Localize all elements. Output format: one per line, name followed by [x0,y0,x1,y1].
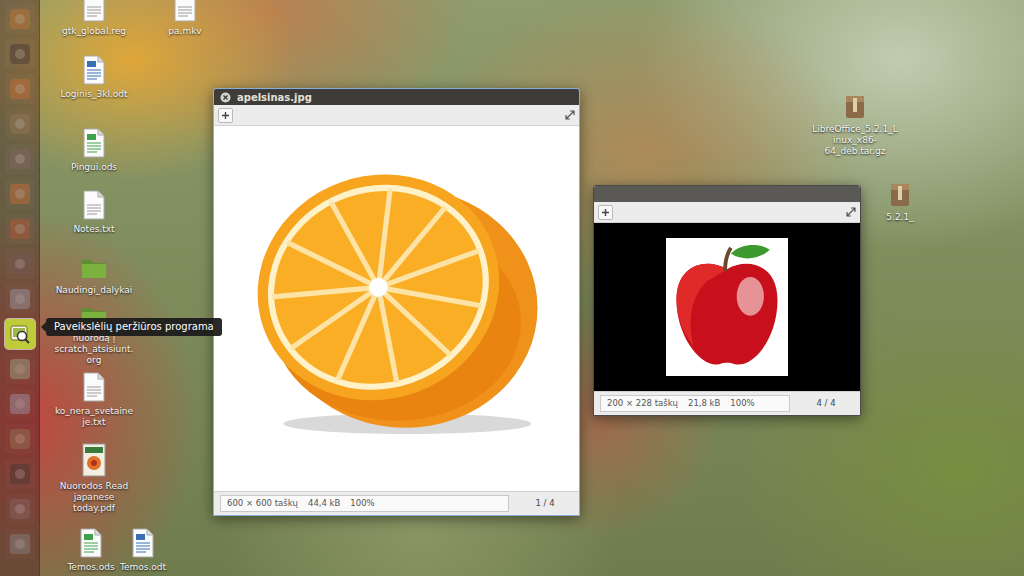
browser-icon [8,77,32,101]
launcher-item[interactable] [5,354,35,384]
launcher-item[interactable] [5,459,35,489]
desktop-icon-label: Naudingi_dalykai [56,285,133,296]
desktop-icon-label: ko_nera_svetaineje.txt [54,406,134,428]
desktop-icon-label: Temos.odt [120,562,166,573]
desktop-icon[interactable]: Notes.txt [54,190,134,235]
toolbar [214,105,579,126]
status-bar: 600 × 600 taškų44,4 kB100% 1 / 4 [214,491,579,515]
archive-icon [888,180,912,208]
desktop-icon-label: Pingui.ods [71,162,117,173]
desktop-icon-label: Nuorodos Read japanese today.pdf [54,481,134,513]
desktop-icon[interactable]: gtk_global.reg [54,0,134,37]
add-button[interactable] [218,108,233,123]
close-icon[interactable] [220,92,231,103]
desktop-icon[interactable]: pa.mkv [145,0,225,37]
folder-icon [80,255,108,281]
desktop-icon-label: Notes.txt [73,224,114,235]
launcher-item[interactable] [5,39,35,69]
image-viewer-window[interactable]: apelsinas.jpg 600 × 600 taškų44,4 kB100% 1… [213,88,580,516]
desktop: gtk_global.reg pa.mkv Loginis_3kl.odt Pingu… [40,0,1024,576]
calc-icon [8,357,32,381]
writer-icon [8,287,32,311]
launcher-item[interactable] [5,179,35,209]
desktop-icon[interactable]: Naudingi_dalykai [54,255,134,296]
orange-picture-icon [242,153,552,463]
monitor-icon [8,252,32,276]
add-button[interactable] [598,205,613,220]
desktop-icon-label: LibreOffice_5.2.1_Linux_x86-64_deb.tar.g… [812,124,898,156]
desktop-screen: gtk_global.reg pa.mkv Loginis_3kl.odt Pingu… [0,0,1024,576]
toolbar [594,202,860,223]
desktop-icon[interactable]: 5.2.1_ [860,180,940,223]
launcher-item[interactable] [5,389,35,419]
launcher-item[interactable] [5,109,35,139]
doc-file-icon [131,528,155,558]
desktop-icon[interactable]: ko_nera_svetaineje.txt [54,372,134,428]
status-info: 200 × 228 taškų21,8 kB100% [600,395,790,412]
fullscreen-icon[interactable] [565,110,575,120]
image-frame [666,238,788,376]
plus-icon [602,209,609,216]
plus-icon [222,112,229,119]
store-icon [8,217,32,241]
desktop-icon-label: Loginis_3kl.odt [60,89,127,100]
settings-icon [8,147,32,171]
desktop-icon-label: nuorodą į scratch_atsisiunt.org [54,333,134,365]
desktop-icon[interactable]: Loginis_3kl.odt [54,55,134,100]
desktop-icon-label: gtk_global.reg [62,26,126,37]
launcher-item[interactable] [5,494,35,524]
window-title: apelsinas.jpg [237,92,312,103]
status-bar: 200 × 228 taškų21,8 kB100% 4 / 4 [594,391,860,415]
launcher-tooltip: Paveikslėlių peržiūros programa [46,318,222,336]
fullscreen-icon[interactable] [846,207,856,217]
txt-file-icon [82,372,106,402]
browser-icon [8,182,32,206]
sheet-file-icon [79,528,103,558]
dash-icon [8,7,32,31]
desktop-icon[interactable]: Pingui.ods [54,128,134,173]
desktop-icon-label: 5.2.1_ [886,212,913,223]
txt-file-icon [82,0,106,22]
image-canvas [214,126,579,491]
desktop-icon[interactable]: LibreOffice_5.2.1_Linux_x86-64_deb.tar.g… [812,92,898,156]
settings-icon [8,497,32,521]
image-position: 4 / 4 [798,398,854,408]
title-bar[interactable] [594,186,860,202]
desktop-icon-label: Temos.ods [67,562,114,573]
status-info: 600 × 600 taškų44,4 kB100% [220,495,509,512]
launcher-item[interactable] [5,319,35,349]
terminal-icon [8,462,32,486]
launcher-item[interactable] [5,4,35,34]
apple-picture-icon [668,240,786,374]
desktop-icon-label: pa.mkv [168,26,201,37]
writer-icon [8,392,32,416]
files-icon [8,112,32,136]
txt-file-icon [173,0,197,22]
launcher-item[interactable] [5,529,35,559]
launcher-item[interactable] [5,144,35,174]
launcher-item[interactable] [5,249,35,279]
txt-file-icon [82,190,106,220]
image-viewer-icon [9,323,31,345]
files-icon [8,427,32,451]
title-bar[interactable]: apelsinas.jpg [214,89,579,105]
image-canvas [594,223,860,391]
launcher-item[interactable] [5,214,35,244]
pdf-icon [82,443,106,477]
desktop-icon[interactable]: Temos.ods [64,528,118,573]
image-position: 1 / 4 [517,498,573,508]
sheet-file-icon [82,128,106,158]
launcher-item[interactable] [5,74,35,104]
desktop-icon[interactable]: Nuorodos Read japanese today.pdf [54,443,134,513]
launcher [0,0,40,576]
doc-file-icon [82,55,106,85]
image-viewer-window[interactable]: 200 × 228 taškų21,8 kB100% 4 / 4 [593,185,861,416]
archive-icon [843,92,867,120]
launcher-item[interactable] [5,424,35,454]
terminal-icon [8,42,32,66]
launcher-item[interactable] [5,284,35,314]
desktop-icon[interactable]: Temos.odt [116,528,170,573]
trash-icon [8,532,32,556]
